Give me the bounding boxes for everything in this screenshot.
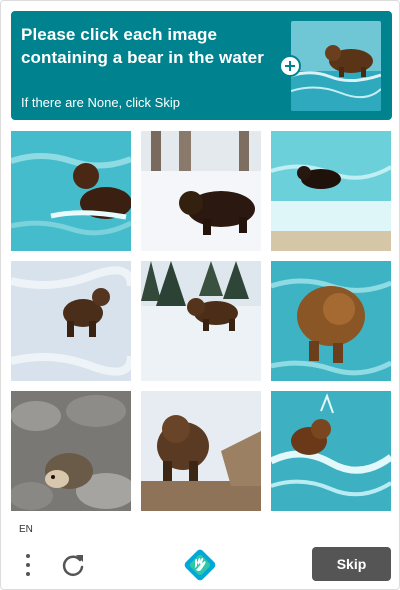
challenge-header: Please click each image containing a bea… xyxy=(11,11,392,120)
grid-image-5[interactable] xyxy=(141,261,261,381)
grid-image-2[interactable] xyxy=(141,131,261,251)
grid-image-6[interactable] xyxy=(271,261,391,381)
grid-image-4[interactable] xyxy=(11,261,131,381)
challenge-prompt: Please click each image containing a bea… xyxy=(21,25,264,67)
hcaptcha-logo-icon xyxy=(184,549,216,581)
challenge-hint: If there are None, click Skip xyxy=(21,95,180,110)
skip-button[interactable]: Skip xyxy=(312,547,391,581)
menu-dots-icon[interactable] xyxy=(21,553,35,577)
captcha-widget: Please click each image containing a bea… xyxy=(0,0,400,590)
grid-image-9[interactable] xyxy=(271,391,391,511)
grid-image-7[interactable] xyxy=(11,391,131,511)
expand-example-icon[interactable] xyxy=(279,55,301,77)
grid-image-3[interactable] xyxy=(271,131,391,251)
example-image xyxy=(291,21,381,111)
language-selector[interactable]: EN xyxy=(19,524,33,535)
grid-image-1[interactable] xyxy=(11,131,131,251)
grid-image-8[interactable] xyxy=(141,391,261,511)
refresh-icon[interactable] xyxy=(59,551,87,579)
